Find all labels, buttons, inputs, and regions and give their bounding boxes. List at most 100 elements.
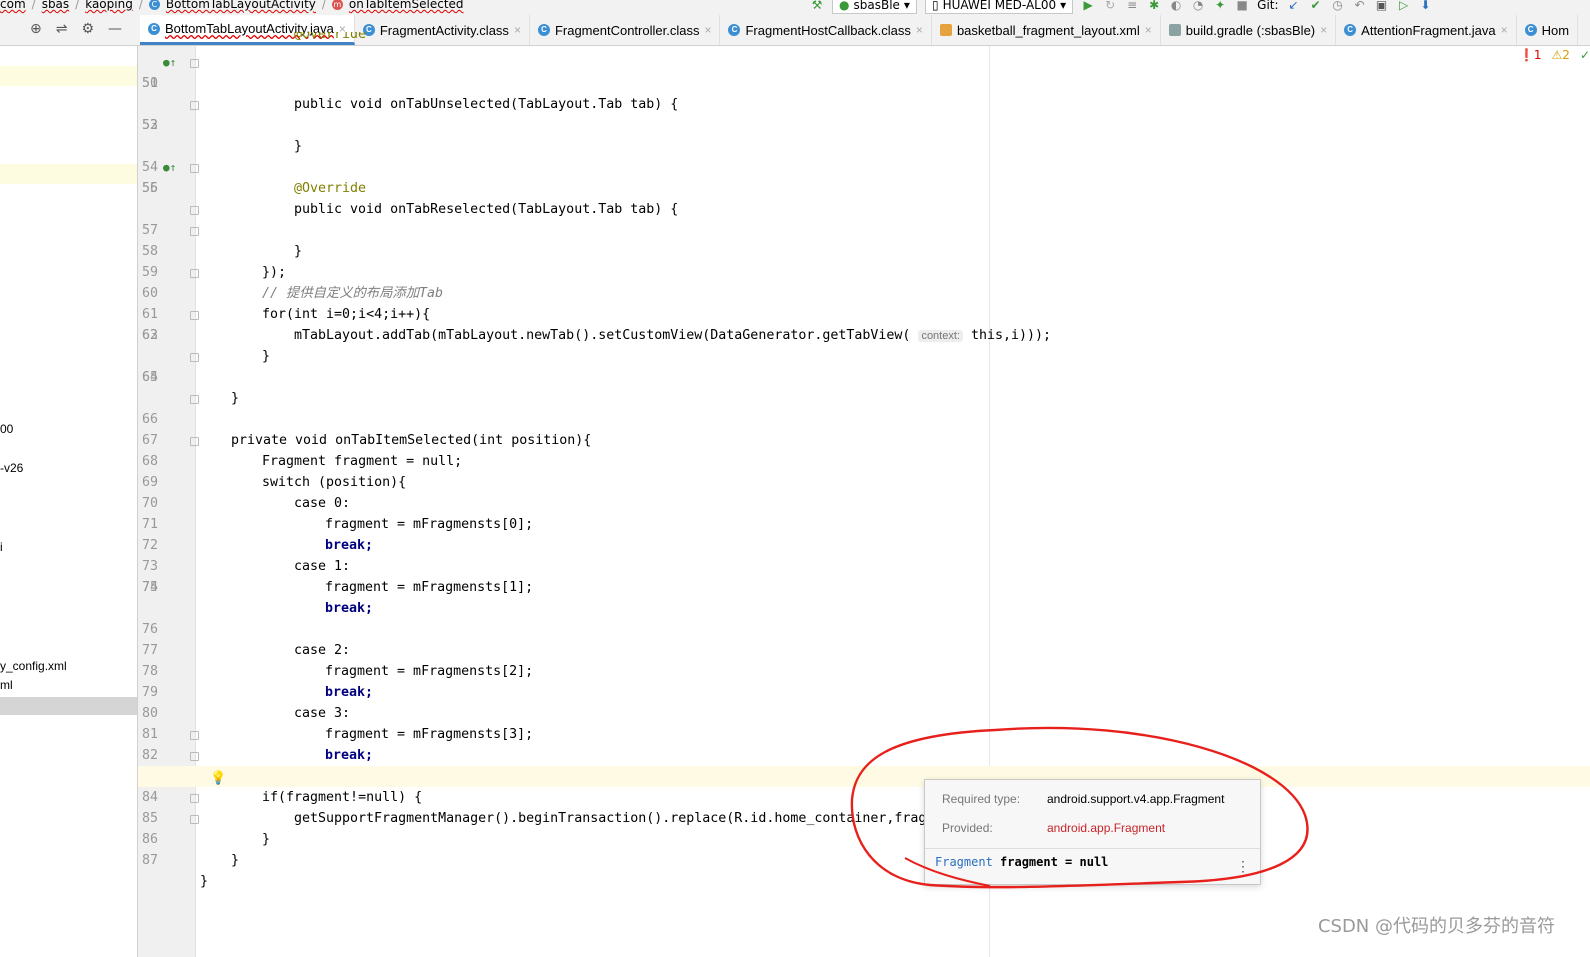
variable-declaration: Fragment fragment = null bbox=[935, 855, 1108, 869]
code-line: 86 } bbox=[138, 808, 1590, 868]
apply-code-icon[interactable]: ≡ bbox=[1125, 0, 1139, 12]
code-line: 56 bbox=[138, 178, 1590, 199]
breadcrumb-item[interactable]: onTabItemSelected bbox=[349, 0, 464, 11]
device-manager-icon[interactable]: ▣ bbox=[1375, 0, 1389, 12]
method-icon: m bbox=[331, 0, 343, 10]
project-tree-item[interactable]: -v26 bbox=[0, 461, 23, 475]
breadcrumb-item[interactable]: com bbox=[0, 0, 26, 11]
project-tree-item[interactable]: i bbox=[0, 540, 3, 554]
fold-marker[interactable] bbox=[190, 815, 199, 824]
lightbulb-icon[interactable]: 💡 bbox=[210, 768, 226, 789]
breadcrumb-item[interactable]: kaoping bbox=[85, 0, 133, 11]
android-icon: ● bbox=[839, 0, 850, 12]
code-line: 78 break; bbox=[138, 640, 1590, 700]
gear-icon[interactable]: ⚙ bbox=[81, 21, 94, 37]
fold-marker[interactable] bbox=[190, 227, 199, 236]
code-line: 83 if(fragment!=null) { bbox=[138, 745, 1590, 805]
run-icon[interactable]: ▶ bbox=[1081, 0, 1095, 12]
breadcrumb-item[interactable]: sbas bbox=[42, 0, 69, 11]
breadcrumb-separator: / bbox=[138, 0, 143, 11]
project-panel: 00 -v26 i y_config.xml ml bbox=[0, 46, 138, 957]
run-config-label: sbasBle bbox=[853, 0, 900, 12]
git-commit-icon[interactable]: ✔ bbox=[1309, 0, 1323, 12]
code-line: 64 } bbox=[138, 346, 1590, 406]
project-tree-item[interactable]: y_config.xml bbox=[0, 659, 67, 673]
fold-marker[interactable] bbox=[190, 164, 199, 173]
attach-debugger-icon[interactable]: ◐ bbox=[1169, 0, 1183, 12]
code-line: 87 } bbox=[138, 829, 1590, 889]
fold-marker[interactable] bbox=[190, 752, 199, 761]
fold-marker[interactable] bbox=[190, 206, 199, 215]
code-line: 74 break; bbox=[138, 556, 1590, 616]
code-line: 67 Fragment fragment = null; bbox=[138, 409, 1590, 469]
collapse-icon[interactable]: ⇌ bbox=[56, 21, 68, 37]
git-rollback-icon[interactable]: ↶ bbox=[1353, 0, 1367, 12]
more-options-icon[interactable]: ⋮ bbox=[1236, 858, 1250, 875]
main-toolbar: ⚒ ● sbasBle ▾ ▯ HUAWEI MED-AL00 ▾ ▶ ↻ ≡ … bbox=[810, 0, 1433, 14]
git-history-icon[interactable]: ◷ bbox=[1331, 0, 1345, 12]
profile-icon[interactable]: ◔ bbox=[1191, 0, 1205, 12]
fold-marker[interactable] bbox=[190, 353, 199, 362]
code-line: 54 @Override bbox=[138, 136, 1590, 196]
code-line: 65 bbox=[138, 367, 1590, 388]
code-line: 75 bbox=[138, 577, 1590, 598]
emulator-icon[interactable]: ▷ bbox=[1397, 0, 1411, 12]
hammer-icon[interactable]: ⚒ bbox=[810, 0, 824, 12]
code-line: 66 private void onTabItemSelected(int po… bbox=[138, 388, 1590, 448]
override-marker-icon[interactable]: ●↑ bbox=[163, 52, 176, 73]
line-number: 53 bbox=[141, 118, 158, 133]
class-icon: C bbox=[148, 0, 160, 10]
stop-icon[interactable]: ■ bbox=[1235, 0, 1249, 12]
code-line: 53 bbox=[138, 115, 1590, 136]
tooltip-divider bbox=[925, 848, 1260, 849]
fold-marker[interactable] bbox=[190, 59, 199, 68]
code-line: 55 ●↑ public void onTabReselected(TabLayo… bbox=[138, 157, 1590, 217]
code-line: 58 }); bbox=[138, 220, 1590, 280]
sdk-manager-icon[interactable]: ⬇ bbox=[1419, 0, 1433, 12]
override-marker-icon[interactable]: ●↑ bbox=[163, 157, 176, 178]
code-text: } bbox=[200, 874, 209, 889]
watermark: CSDN @代码的贝多芬的音符 bbox=[1317, 916, 1555, 937]
fold-marker[interactable] bbox=[190, 269, 199, 278]
required-type-label: Required type: bbox=[942, 792, 1021, 806]
code-line: 59 // 提供自定义的布局添加Tab bbox=[138, 241, 1590, 301]
fold-marker[interactable] bbox=[190, 311, 199, 320]
apply-changes-icon[interactable]: ↻ bbox=[1103, 0, 1117, 12]
debug-icon[interactable]: ✱ bbox=[1147, 0, 1161, 12]
locate-icon[interactable]: ⊕ bbox=[30, 21, 42, 37]
breadcrumb-separator: / bbox=[31, 0, 36, 11]
declaration-type-link[interactable]: Fragment bbox=[935, 855, 993, 869]
project-panel-highlight bbox=[0, 164, 137, 184]
type-error-tooltip: Required type: android.support.v4.app.Fr… bbox=[924, 779, 1261, 885]
line-number: 51 bbox=[141, 76, 158, 91]
code-line: 85 } bbox=[138, 787, 1590, 847]
project-panel-selected-row[interactable] bbox=[0, 697, 137, 715]
git-update-icon[interactable]: ↙ bbox=[1287, 0, 1301, 12]
code-text: @Override bbox=[294, 32, 367, 42]
code-line: 69 case 0: bbox=[138, 451, 1590, 511]
required-type-value: android.support.v4.app.Fragment bbox=[1047, 792, 1225, 806]
device-select[interactable]: ▯ HUAWEI MED-AL00 ▾ bbox=[924, 0, 1074, 14]
fold-marker[interactable] bbox=[190, 395, 199, 404]
coverage-icon[interactable]: ✦ bbox=[1213, 0, 1227, 12]
code-line: 51 bbox=[138, 73, 1590, 94]
minimize-icon[interactable]: — bbox=[108, 21, 122, 37]
code-line: 60 for(int i=0;i<4;i++){ bbox=[138, 262, 1590, 322]
breadcrumb-item[interactable]: BottomTabLayoutActivity bbox=[166, 0, 316, 11]
project-panel-highlight bbox=[0, 66, 137, 86]
line-number: 56 bbox=[141, 181, 158, 196]
fold-marker[interactable] bbox=[190, 794, 199, 803]
fold-marker[interactable] bbox=[190, 731, 199, 740]
project-tree-item[interactable]: 00 bbox=[0, 422, 13, 436]
code-line: 82 } bbox=[138, 724, 1590, 784]
code-line: 72 case 1: bbox=[138, 514, 1590, 574]
fold-marker[interactable] bbox=[190, 437, 199, 446]
code-line: 77 fragment = mFragmensts[2]; bbox=[138, 619, 1590, 679]
project-tree-item[interactable]: ml bbox=[0, 678, 13, 692]
device-label: HUAWEI MED-AL00 bbox=[942, 0, 1057, 12]
code-text: } bbox=[231, 853, 240, 868]
run-config-select[interactable]: ● sbasBle ▾ bbox=[832, 0, 917, 14]
code-line: 57 } bbox=[138, 199, 1590, 259]
code-line: 62 } bbox=[138, 304, 1590, 364]
fold-marker[interactable] bbox=[190, 101, 199, 110]
